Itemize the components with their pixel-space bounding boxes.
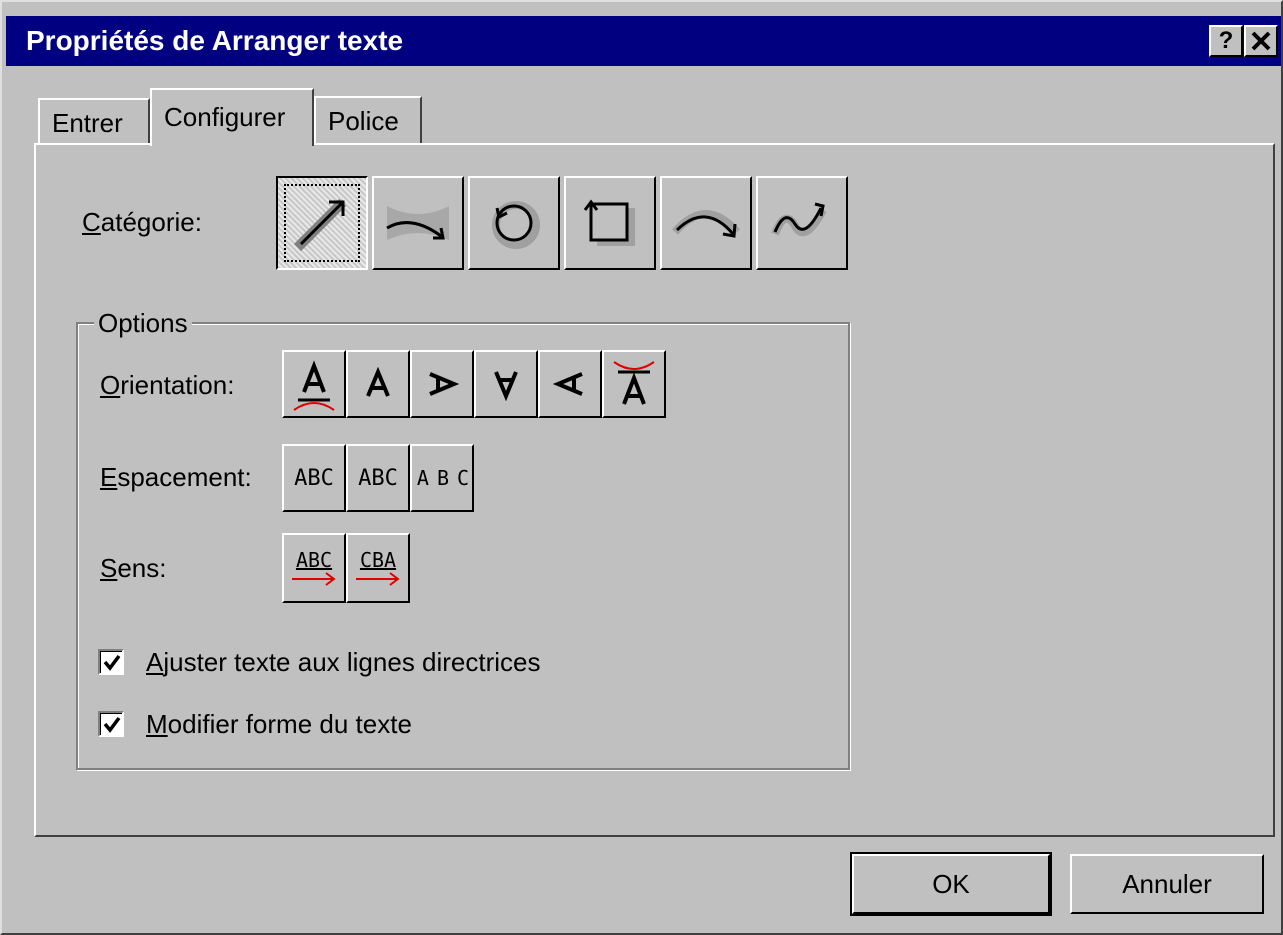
category-arc-button[interactable]: [660, 176, 752, 270]
orient-upright-curve-icon: [293, 360, 335, 411]
arc-icon: [671, 210, 741, 238]
category-label: Catégorie:: [82, 207, 202, 237]
category-accel: C: [82, 207, 101, 237]
check-icon: [103, 654, 121, 671]
help-button[interactable]: ?: [1209, 25, 1243, 57]
options-legend: Options: [94, 308, 192, 338]
orientation-button-6[interactable]: [602, 350, 666, 418]
tab-entrer[interactable]: Entrer: [38, 98, 150, 144]
category-label-rest: atégorie:: [100, 207, 202, 237]
fit-guidelines-label-rest: juster texte aux lignes directrices: [163, 647, 541, 677]
spacing-button-tight[interactable]: ABC: [282, 444, 346, 512]
orient-down-icon: [494, 371, 518, 402]
modify-shape-label-rest: odifier forme du texte: [167, 709, 412, 739]
arrow-right-icon: [292, 572, 336, 586]
orientation-label-rest: rientation:: [120, 370, 235, 400]
fit-guidelines-label[interactable]: Ajuster texte aux lignes directrices: [146, 647, 541, 677]
orientation-label: Orientation:: [100, 370, 234, 400]
category-wave-button[interactable]: [756, 176, 848, 270]
category-straight-button[interactable]: [276, 176, 368, 270]
direction-ltr-text: ABC: [295, 548, 333, 572]
orientation-button-4[interactable]: [474, 350, 538, 418]
envelope-curve-icon: [386, 206, 449, 240]
close-icon: [1251, 31, 1271, 51]
spacing-button-wide[interactable]: A B C: [410, 444, 474, 512]
orientation-button-1[interactable]: [282, 350, 346, 418]
wave-curve-icon: [771, 202, 827, 237]
fit-guidelines-checkbox[interactable]: [98, 649, 124, 675]
direction-rtl-text: CBA: [359, 548, 397, 572]
fit-guidelines-accel: A: [146, 647, 164, 677]
title-bar[interactable]: Propriétés de Arranger texte ?: [6, 16, 1281, 66]
orientation-button-3[interactable]: [410, 350, 474, 418]
orient-right-icon: [429, 372, 460, 396]
check-icon: [103, 716, 121, 733]
direction-button-rtl[interactable]: CBA: [346, 533, 410, 603]
ok-button[interactable]: OK: [850, 852, 1052, 916]
dialog-window: Propriétés de Arranger texte ? Entrer Po…: [0, 0, 1283, 935]
category-circle-button[interactable]: [468, 176, 560, 270]
direction-accel: S: [100, 553, 118, 583]
category-rectangle-button[interactable]: [564, 176, 656, 270]
close-button[interactable]: [1244, 25, 1278, 57]
orientation-button-2[interactable]: [346, 350, 410, 418]
tab-police[interactable]: Police: [314, 96, 422, 144]
orientation-button-5[interactable]: [538, 350, 602, 418]
orient-up-icon: [366, 366, 390, 397]
category-envelope-button[interactable]: [372, 176, 464, 270]
modify-shape-label[interactable]: Modifier forme du texte: [146, 709, 412, 739]
direction-label-rest: ens:: [117, 553, 167, 583]
spacing-label-rest: spacement:: [117, 462, 252, 492]
rectangle-icon: [583, 199, 635, 246]
direction-label: Sens:: [100, 553, 167, 583]
spacing-label: Espacement:: [100, 462, 252, 492]
modify-shape-accel: M: [146, 709, 168, 739]
modify-shape-checkbox[interactable]: [98, 711, 124, 737]
orientation-accel: O: [100, 370, 121, 400]
orient-left-icon: [552, 372, 583, 396]
direction-button-ltr[interactable]: ABC: [282, 533, 346, 603]
cancel-button[interactable]: Annuler: [1070, 854, 1264, 914]
focus-rect: [278, 178, 366, 268]
orient-upright-arch-icon: [613, 361, 655, 405]
spacing-button-normal[interactable]: ABC: [346, 444, 410, 512]
arrow-right-icon: [356, 572, 400, 586]
window-title: Propriétés de Arranger texte: [26, 25, 404, 56]
tab-configurer[interactable]: Configurer: [150, 88, 314, 146]
circle-icon: [492, 201, 540, 249]
spacing-accel: E: [100, 462, 118, 492]
